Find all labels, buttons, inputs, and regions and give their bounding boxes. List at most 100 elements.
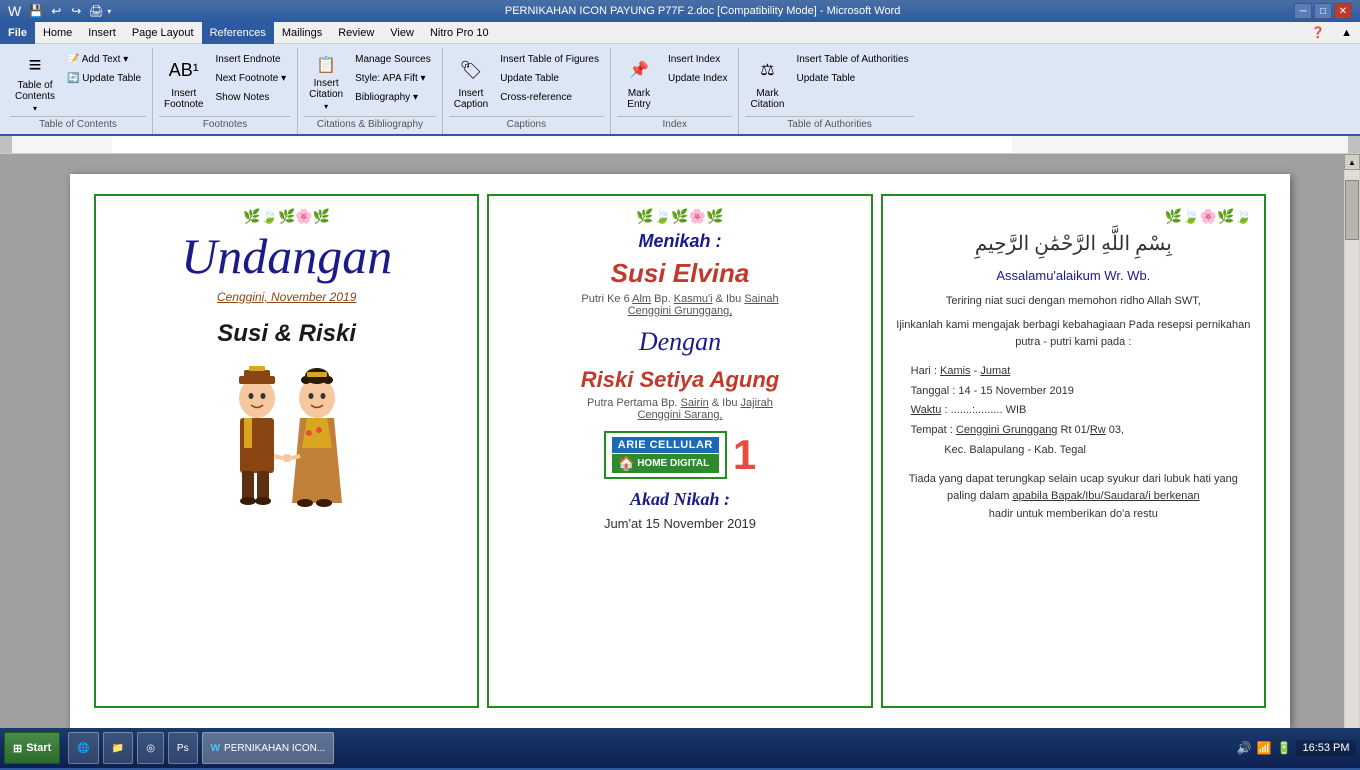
groom-parents: Putra Pertama Bp. Sairin & Ibu Jajirah bbox=[501, 397, 858, 409]
cross-reference-label: Cross-reference bbox=[500, 92, 572, 103]
tray-network[interactable]: 📶 bbox=[1256, 740, 1272, 756]
document-page: 🌿🍃🌿🌸🌿 Undangan Cenggini, November 2019 S… bbox=[70, 174, 1290, 728]
arie-logo-box: ARIE CELLULAR 🏠 HOME DIGITAL bbox=[604, 431, 727, 479]
close-button[interactable]: ✕ bbox=[1334, 3, 1352, 19]
menu-insert[interactable]: Insert bbox=[80, 22, 124, 44]
caption-icon: 🏷 bbox=[455, 54, 487, 86]
taskbar-word-button[interactable]: W PERNIKAHAN ICON... bbox=[202, 732, 335, 764]
menu-home[interactable]: Home bbox=[35, 22, 80, 44]
menu-page-layout[interactable]: Page Layout bbox=[124, 22, 202, 44]
window-controls: ─ □ ✕ bbox=[1294, 3, 1352, 19]
quick-access-toolbar: W 💾 ↩ ↪ 🖨 ▾ bbox=[8, 2, 111, 20]
bride-name: Susi Elvina bbox=[501, 258, 858, 289]
couple-svg bbox=[212, 358, 362, 528]
table-of-contents-button[interactable]: ≡ Table ofContents ▾ bbox=[10, 50, 60, 114]
menu-review[interactable]: Review bbox=[330, 22, 382, 44]
insert-caption-button[interactable]: 🏷 InsertCaption bbox=[449, 50, 493, 114]
citations-small-buttons: Manage Sources Style: APA Fift ▾ Bibliog… bbox=[350, 50, 436, 106]
next-footnote-button[interactable]: Next Footnote ▾ bbox=[211, 69, 292, 87]
update-table-captions-button[interactable]: Update Table bbox=[495, 69, 604, 87]
ie-icon: 🌐 bbox=[77, 743, 89, 754]
toc-label: Table ofContents bbox=[15, 80, 55, 102]
para2: Ijinkanlah kami mengajak berbagi kebahag… bbox=[895, 317, 1252, 352]
word-icon: W bbox=[8, 3, 21, 19]
ribbon-group-toc: ≡ Table ofContents ▾ 📝 Add Text ▾ 🔄 Upda… bbox=[4, 48, 153, 134]
update-table-authorities-button[interactable]: Update Table bbox=[791, 69, 913, 87]
title-bar: W 💾 ↩ ↪ 🖨 ▾ PERNIKAHAN ICON PAYUNG P77F … bbox=[0, 0, 1360, 22]
print-button[interactable]: 🖨 bbox=[87, 2, 105, 20]
vertical-scrollbar[interactable]: ▲ ▼ bbox=[1344, 154, 1360, 748]
undo-button[interactable]: ↩ bbox=[47, 2, 65, 20]
start-button[interactable]: ⊞ Start bbox=[4, 732, 60, 764]
toc-group-content: ≡ Table ofContents ▾ 📝 Add Text ▾ 🔄 Upda… bbox=[10, 50, 146, 114]
system-clock: 16:53 PM bbox=[1296, 740, 1356, 756]
cross-reference-button[interactable]: Cross-reference bbox=[495, 88, 604, 106]
bibliography-label: Bibliography ▾ bbox=[355, 92, 418, 103]
style-button[interactable]: Style: APA Fift ▾ bbox=[350, 69, 436, 87]
menu-mailings[interactable]: Mailings bbox=[274, 22, 330, 44]
taskbar-chrome-button[interactable]: ◎ bbox=[137, 732, 164, 764]
bibliography-button[interactable]: Bibliography ▾ bbox=[350, 88, 436, 106]
insert-index-button[interactable]: Insert Index bbox=[663, 50, 733, 68]
tray-sound[interactable]: 🔊 bbox=[1236, 740, 1252, 756]
update-table-toc-button[interactable]: 🔄 Update Table bbox=[62, 69, 146, 87]
add-text-button[interactable]: 📝 Add Text ▾ bbox=[62, 50, 146, 68]
chrome-icon: ◎ bbox=[146, 743, 155, 754]
windows-icon: ⊞ bbox=[13, 742, 22, 755]
insert-footnote-button[interactable]: AB¹ InsertFootnote bbox=[159, 50, 208, 114]
clock-time: 16:53 PM bbox=[1302, 742, 1350, 754]
menu-nitro[interactable]: Nitro Pro 10 bbox=[422, 22, 497, 44]
captions-small-buttons: Insert Table of Figures Update Table Cro… bbox=[495, 50, 604, 106]
citation-arrow: ▾ bbox=[324, 102, 328, 111]
insert-citation-button[interactable]: 📋 InsertCitation ▾ bbox=[304, 50, 348, 114]
ps-icon: Ps bbox=[177, 743, 189, 754]
ribbon-toggle[interactable]: ▲ bbox=[1333, 22, 1360, 44]
salaam: Assalamu'alaikum Wr. Wb. bbox=[895, 268, 1252, 283]
insert-table-authorities-button[interactable]: Insert Table of Authorities bbox=[791, 50, 913, 68]
menu-references[interactable]: References bbox=[202, 22, 274, 44]
maximize-button[interactable]: □ bbox=[1314, 3, 1332, 19]
menikah-heading: Menikah : bbox=[501, 231, 858, 252]
apabila-text: apabila Bapak/Ibu/Saudara/i berkenan bbox=[1012, 490, 1199, 502]
update-index-button[interactable]: Update Index bbox=[663, 69, 733, 87]
menu-view[interactable]: View bbox=[382, 22, 422, 44]
taskbar-photoshop-button[interactable]: Ps bbox=[168, 732, 198, 764]
scroll-track bbox=[1345, 170, 1359, 732]
insert-endnote-button[interactable]: Insert Endnote bbox=[211, 50, 292, 68]
add-text-label: 📝 Add Text ▾ bbox=[67, 54, 128, 65]
redo-button[interactable]: ↪ bbox=[67, 2, 85, 20]
tempat-row: Tempat : Cenggini Grunggang Rt 01/Rw 03,… bbox=[911, 421, 1252, 461]
card-undangan: 🌿🍃🌿🌸🌿 Undangan Cenggini, November 2019 S… bbox=[94, 194, 479, 708]
minimize-button[interactable]: ─ bbox=[1294, 3, 1312, 19]
card1-floral-top: 🌿🍃🌿🌸🌿 bbox=[108, 208, 465, 225]
taskbar-ie-button[interactable]: 🌐 bbox=[68, 732, 98, 764]
save-button[interactable]: 💾 bbox=[27, 2, 45, 20]
scroll-thumb[interactable] bbox=[1345, 180, 1359, 240]
akad-heading: Akad Nikah : bbox=[501, 489, 858, 510]
taskbar-explorer-button[interactable]: 📁 bbox=[103, 732, 133, 764]
dengan-script: Dengan bbox=[501, 327, 858, 357]
waktu-label: Waktu bbox=[911, 404, 942, 416]
help-button[interactable]: ❓ bbox=[1303, 22, 1333, 44]
ribbon: ≡ Table ofContents ▾ 📝 Add Text ▾ 🔄 Upda… bbox=[0, 44, 1360, 136]
card3-floral-top: 🌿🍃🌸🌿🍃 bbox=[895, 208, 1252, 225]
scroll-up-button[interactable]: ▲ bbox=[1344, 154, 1360, 170]
insert-endnote-label: Insert Endnote bbox=[216, 54, 281, 65]
manage-sources-button[interactable]: Manage Sources bbox=[350, 50, 436, 68]
insert-table-figures-button[interactable]: Insert Table of Figures bbox=[495, 50, 604, 68]
menu-file[interactable]: File bbox=[0, 22, 35, 44]
ruler-main: // Will be rendered via SVG bbox=[12, 136, 1348, 154]
hari-row: Hari : Kamis - Jumat bbox=[911, 362, 1252, 382]
waktu-row: Waktu : .......:......... WIB bbox=[911, 401, 1252, 421]
mark-citation-button[interactable]: ⚖ MarkCitation bbox=[745, 50, 789, 114]
document-area: ▲ ▼ 🌿🍃🌿🌸🌿 Undangan Cenggini, November 20… bbox=[0, 154, 1360, 748]
arie-cellular-logo: ARIE CELLULAR bbox=[612, 437, 719, 453]
mark-entry-button[interactable]: 📌 MarkEntry bbox=[617, 50, 661, 114]
rw-val: Rw bbox=[1090, 424, 1106, 436]
style-label: Style: APA Fift ▾ bbox=[355, 73, 425, 84]
home-digital-logo: 🏠 HOME DIGITAL bbox=[612, 454, 719, 473]
tray-battery[interactable]: 🔋 bbox=[1276, 740, 1292, 756]
folder-icon: 📁 bbox=[112, 743, 124, 754]
show-notes-button[interactable]: Show Notes bbox=[211, 88, 292, 106]
mark-entry-label: MarkEntry bbox=[627, 88, 650, 110]
